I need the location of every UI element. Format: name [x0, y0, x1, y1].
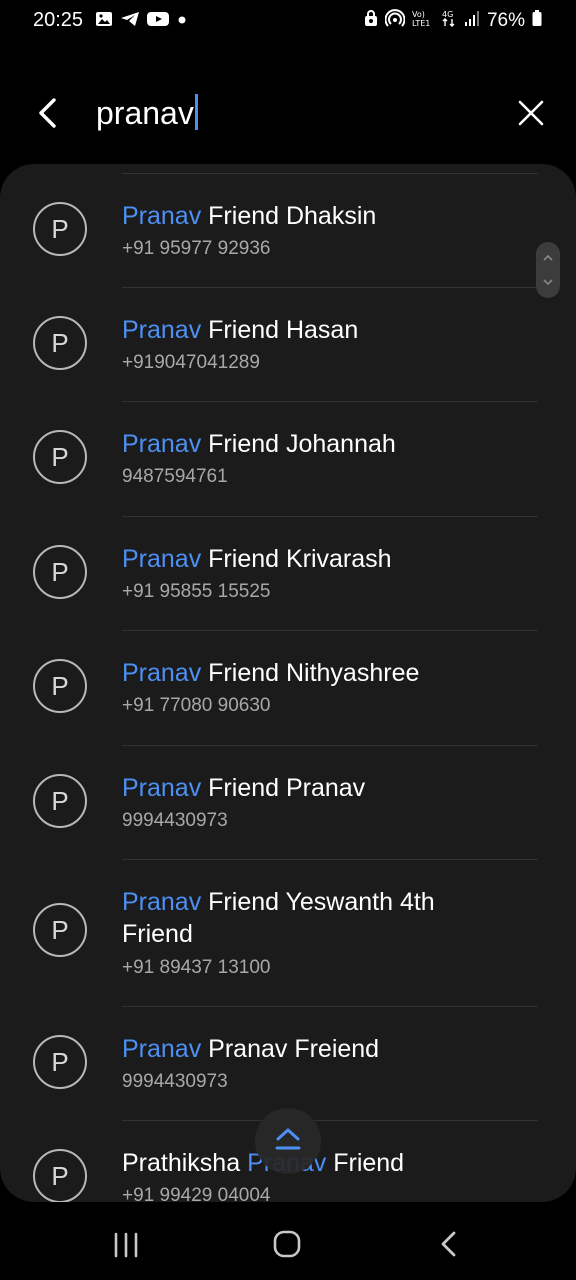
avatar: P	[33, 316, 87, 370]
contact-row[interactable]: P Pranav Friend Pranav 9994430973	[0, 746, 576, 860]
contact-name: Pranav Friend Hasan	[122, 314, 522, 346]
contact-row[interactable]: P Pranav Friend Yeswanth 4th Friend +91 …	[0, 860, 576, 1006]
avatar: P	[33, 903, 87, 957]
signal-icon	[464, 9, 480, 33]
name-rest: Friend Johannah	[201, 430, 396, 458]
contact-name: Prathiksha Pranav Friend	[122, 1147, 522, 1179]
name-prefix: Prathiksha	[122, 1149, 248, 1177]
svg-text:4G: 4G	[442, 10, 453, 19]
name-rest: Friend Nithyashree	[201, 659, 420, 687]
navigation-bar	[0, 1202, 576, 1280]
contact-phone: +91 95977 92936	[122, 238, 271, 259]
match-highlight: Pranav	[122, 1035, 202, 1063]
status-time: 20:25	[33, 9, 84, 31]
contact-phone: +91 77080 90630	[122, 695, 271, 716]
close-icon	[518, 100, 544, 126]
match-highlight: Pranav	[122, 316, 202, 344]
avatar: P	[33, 545, 87, 599]
contact-name: Pranav Pranav Freiend	[122, 1033, 522, 1065]
battery-percent: 76%	[486, 10, 525, 31]
text-cursor	[194, 94, 198, 130]
avatar: P	[33, 1035, 87, 1089]
contact-row[interactable]: P Pranav Friend Hasan +919047041289	[0, 288, 576, 402]
avatar: P	[33, 774, 87, 828]
search-results-list[interactable]: P Pranav Friend Dhaksin +91 95977 92936 …	[0, 164, 576, 1202]
status-bar: 20:25 Vo) LTE1 4G 76%	[0, 0, 576, 42]
telegram-icon	[120, 11, 140, 32]
contact-phone: 9487594761	[122, 466, 228, 487]
battery-icon	[532, 9, 542, 33]
svg-text:LTE1: LTE1	[412, 19, 430, 27]
name-rest: Friend Hasan	[201, 316, 359, 344]
avatar: P	[33, 430, 87, 484]
name-rest: Friend	[326, 1149, 405, 1177]
search-bar: pranav	[0, 70, 576, 160]
match-highlight: Pranav	[122, 774, 202, 802]
contact-name: Pranav Friend Yeswanth 4th Friend	[122, 886, 482, 950]
youtube-icon	[147, 11, 169, 32]
scroll-arrows-icon	[543, 254, 553, 286]
volte-icon: Vo) LTE1	[412, 9, 434, 33]
contact-row[interactable]: P Pranav Pranav Freiend 9994430973	[0, 1007, 576, 1121]
home-button[interactable]	[265, 1224, 309, 1264]
contact-name: Pranav Friend Johannah	[122, 428, 522, 460]
back-button[interactable]	[30, 92, 72, 134]
contact-name: Pranav Friend Pranav	[122, 772, 522, 804]
vpn-key-icon	[364, 9, 378, 33]
contact-name: Pranav Friend Krivarash	[122, 543, 522, 575]
avatar: P	[33, 1149, 87, 1202]
recent-apps-button[interactable]	[104, 1224, 148, 1264]
name-rest: Friend Dhaksin	[201, 202, 377, 230]
contact-phone: 9994430973	[122, 810, 228, 831]
name-rest: Friend Pranav	[201, 774, 366, 802]
4g-icon: 4G	[441, 9, 457, 33]
contact-phone: +91 89437 13100	[122, 957, 271, 978]
match-highlight: Pranav	[122, 430, 202, 458]
avatar: P	[33, 202, 87, 256]
contact-phone: 9994430973	[122, 1071, 228, 1092]
contact-row[interactable]: P Pranav Friend Johannah 9487594761	[0, 402, 576, 516]
match-highlight: Pranav	[122, 545, 202, 573]
recents-icon	[114, 1232, 138, 1258]
notification-icons	[95, 11, 188, 32]
contact-phone: +91 95855 15525	[122, 581, 271, 602]
contact-row[interactable]: P Pranav Friend Krivarash +91 95855 1552…	[0, 517, 576, 631]
avatar: P	[33, 659, 87, 713]
clear-search-button[interactable]	[510, 92, 552, 134]
scroll-thumb[interactable]	[536, 242, 560, 298]
back-icon	[441, 1231, 456, 1257]
arrow-left-icon	[39, 98, 56, 128]
match-highlight: Pranav	[122, 888, 202, 916]
contact-phone: +91 99429 04004	[122, 1185, 271, 1202]
contact-phone: +919047041289	[122, 352, 260, 373]
back-nav-button[interactable]	[428, 1224, 472, 1264]
name-rest: Friend Krivarash	[201, 545, 392, 573]
double-chevron-up-icon	[275, 1128, 301, 1150]
name-rest: Pranav Freiend	[201, 1035, 380, 1063]
search-query: pranav	[96, 95, 194, 131]
hotspot-icon	[384, 9, 406, 33]
scroll-to-top-button[interactable]	[255, 1108, 321, 1174]
match-highlight: Pranav	[122, 659, 202, 687]
system-icons: Vo) LTE1 4G 76%	[364, 9, 542, 33]
contact-row[interactable]: P Pranav Friend Dhaksin +91 95977 92936	[0, 174, 576, 288]
image-icon	[95, 11, 113, 32]
search-input[interactable]: pranav	[96, 94, 198, 132]
home-icon	[273, 1230, 301, 1258]
match-highlight: Pranav	[122, 202, 202, 230]
svg-text:Vo): Vo)	[412, 10, 425, 19]
dot-icon	[176, 11, 188, 32]
contact-name: Pranav Friend Dhaksin	[122, 200, 522, 232]
contact-row[interactable]: P Pranav Friend Nithyashree +91 77080 90…	[0, 631, 576, 745]
contact-name: Pranav Friend Nithyashree	[122, 657, 522, 689]
